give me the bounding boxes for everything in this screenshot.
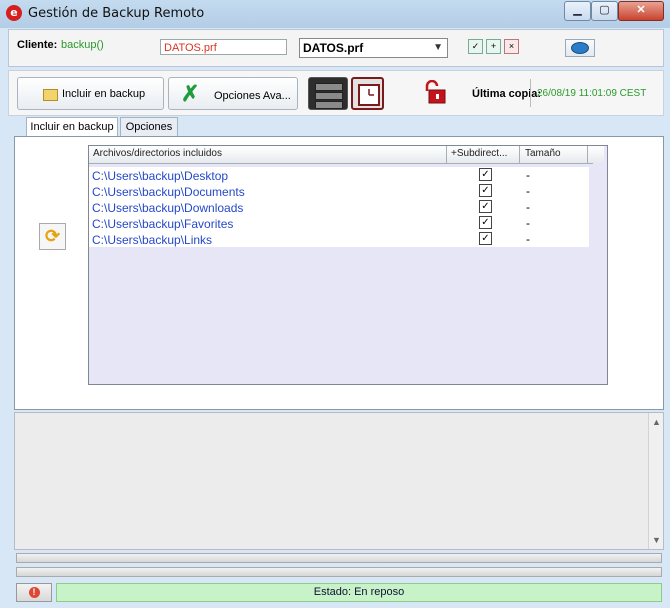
row-path: C:\Users\backup\Downloads — [92, 201, 244, 215]
servers-button[interactable] — [308, 77, 348, 110]
table-row[interactable]: C:\Users\backup\Documents ✓ - — [89, 183, 589, 199]
column-header-subdirs[interactable]: +Subdirect... — [451, 148, 507, 159]
tab-options[interactable]: Opciones — [120, 117, 178, 136]
stop-icon: ! — [28, 587, 40, 598]
tab-include-in-backup[interactable]: Incluir en backup — [26, 117, 118, 136]
include-panel: ⟳ Archivos/directorios incluidos +Subdir… — [14, 136, 664, 410]
app-window: e Gestión de Backup Remoto ▁ ▢ ✕ Cliente… — [0, 0, 670, 608]
row-path: C:\Users\backup\Desktop — [92, 169, 229, 183]
log-area[interactable]: ▲ ▼ — [14, 412, 664, 550]
subdirs-checkbox[interactable]: ✓ — [479, 184, 492, 197]
row-size: - — [526, 168, 530, 182]
delete-doc-icon: × — [508, 41, 515, 51]
included-files-list[interactable]: Archivos/directorios incluidos +Subdirec… — [88, 145, 608, 385]
advanced-options-button[interactable]: ✗ Opciones Ava... — [168, 77, 298, 110]
progress-bar-2 — [16, 567, 662, 577]
subdirs-checkbox[interactable]: ✓ — [479, 200, 492, 213]
client-value: backup() — [61, 39, 104, 51]
minimize-icon: ▁ — [573, 4, 582, 16]
column-header-size[interactable]: Tamaño — [525, 148, 561, 159]
unlock-icon[interactable] — [423, 79, 447, 104]
progress-bar-1 — [16, 553, 662, 563]
maximize-button[interactable]: ▢ — [591, 1, 618, 21]
profile-select[interactable]: DATOS.prf ▼ — [299, 38, 448, 58]
eye-icon — [571, 42, 589, 55]
list-scrollbar[interactable] — [593, 163, 607, 384]
row-size: - — [526, 216, 530, 230]
table-row[interactable]: C:\Users\backup\Favorites ✓ - — [89, 215, 589, 231]
client-bar: Cliente: backup() DATOS.prf DATOS.prf ▼ … — [8, 29, 664, 67]
view-button[interactable] — [565, 39, 595, 57]
title-bar: e Gestión de Backup Remoto ▁ ▢ ✕ — [0, 0, 670, 28]
app-logo-icon: e — [6, 5, 22, 21]
scroll-down-icon[interactable]: ▼ — [652, 535, 661, 545]
row-size: - — [526, 200, 530, 214]
scroll-up-icon[interactable]: ▲ — [652, 417, 661, 427]
clock-icon — [358, 84, 380, 106]
close-icon: ✕ — [636, 4, 646, 16]
profile-file-field[interactable]: DATOS.prf — [160, 39, 287, 55]
refresh-button[interactable]: ⟳ — [39, 223, 66, 250]
row-path: C:\Users\backup\Favorites — [92, 217, 234, 231]
profile-new-button[interactable]: + — [486, 39, 501, 54]
new-doc-icon: + — [490, 41, 497, 51]
window-title: Gestión de Backup Remoto — [28, 6, 205, 21]
client-label: Cliente: — [17, 39, 58, 51]
list-header: Archivos/directorios incluidos +Subdirec… — [89, 146, 604, 164]
status-text: Estado: En reposo — [56, 583, 662, 602]
row-path: C:\Users\backup\Documents — [92, 185, 245, 199]
last-copy-value: 26/08/19 11:01:09 CEST — [537, 88, 647, 99]
chevron-down-icon: ▼ — [433, 42, 443, 53]
close-button[interactable]: ✕ — [618, 1, 664, 21]
folder-icon — [43, 89, 58, 101]
profile-save-button[interactable]: ✓ — [468, 39, 483, 54]
advanced-options-label: Opciones Ava... — [214, 90, 291, 102]
table-row[interactable]: C:\Users\backup\Desktop ✓ - — [89, 167, 589, 183]
log-scrollbar[interactable]: ▲ ▼ — [648, 413, 663, 549]
stop-button[interactable]: ! — [16, 583, 52, 602]
include-in-backup-label: Incluir en backup — [62, 88, 146, 100]
row-size: - — [526, 232, 530, 246]
table-row[interactable]: C:\Users\backup\Links ✓ - — [89, 231, 589, 247]
minimize-button[interactable]: ▁ — [564, 1, 591, 21]
save-check-icon: ✓ — [471, 41, 480, 51]
profile-select-value: DATOS.prf — [303, 41, 364, 55]
maximize-icon: ▢ — [599, 4, 610, 16]
subdirs-checkbox[interactable]: ✓ — [479, 168, 492, 181]
refresh-icon: ⟳ — [44, 226, 61, 246]
subdirs-checkbox[interactable]: ✓ — [479, 232, 492, 245]
profile-delete-button[interactable]: × — [504, 39, 519, 54]
status-row: ! Estado: En reposo — [16, 583, 662, 602]
column-header-path[interactable]: Archivos/directorios incluidos — [93, 148, 222, 159]
row-size: - — [526, 184, 530, 198]
row-path: C:\Users\backup\Links — [92, 233, 213, 247]
include-in-backup-button[interactable]: Incluir en backup — [17, 77, 164, 110]
toolbar-divider — [530, 79, 531, 107]
main-toolbar: Incluir en backup ✗ Opciones Ava... Últi… — [8, 70, 664, 116]
wrench-icon: ✗ — [181, 81, 200, 106]
schedule-button[interactable] — [351, 77, 384, 110]
table-row[interactable]: C:\Users\backup\Downloads ✓ - — [89, 199, 589, 215]
subdirs-checkbox[interactable]: ✓ — [479, 216, 492, 229]
